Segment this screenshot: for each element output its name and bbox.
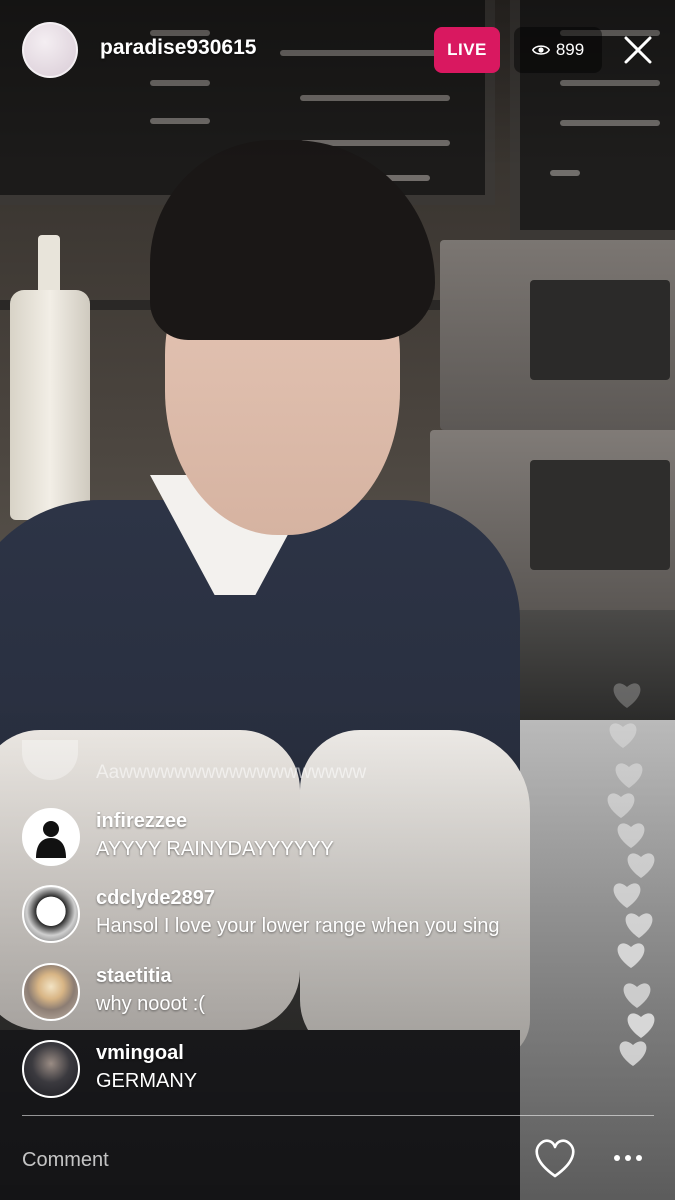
- comment-text: GERMANY: [96, 1070, 198, 1092]
- viewer-count[interactable]: 899: [514, 27, 602, 73]
- silhouette-icon: [36, 821, 66, 858]
- heart-icon: [627, 1013, 655, 1038]
- more-icon[interactable]: [614, 1148, 648, 1168]
- comment-username[interactable]: cdclyde2897: [96, 887, 215, 910]
- close-icon[interactable]: [622, 34, 654, 66]
- heart-icon[interactable]: [532, 1136, 578, 1180]
- viewer-count-value: 899: [555, 40, 585, 59]
- divider: [22, 1115, 654, 1116]
- comment-item: staetitia why nooot :(: [22, 963, 622, 1023]
- host-username[interactable]: paradise930615: [100, 36, 256, 60]
- heart-icon: [613, 683, 641, 708]
- heart-icon: [625, 913, 653, 938]
- comment-text: AYYYY RAINYDAYYYYYY: [96, 838, 334, 860]
- host-avatar[interactable]: [22, 22, 78, 78]
- comment-item: vmingoal GERMANY: [22, 1040, 622, 1100]
- heart-icon: [609, 723, 637, 748]
- eye-icon: [531, 45, 550, 55]
- comment-username[interactable]: vmingoal: [96, 1042, 184, 1065]
- top-bar: paradise930615 LIVE 899: [0, 0, 675, 100]
- avatar[interactable]: [22, 1040, 80, 1098]
- heart-icon: [623, 983, 651, 1008]
- comment-item: infirezzee AYYYY RAINYDAYYYYYY: [22, 808, 622, 868]
- comment-username[interactable]: staetitia: [96, 965, 172, 988]
- comment-text: why nooot :(: [96, 993, 205, 1015]
- avatar[interactable]: [22, 963, 80, 1021]
- avatar[interactable]: [22, 808, 80, 866]
- comment-text: Hansol I love your lower range when you …: [96, 915, 500, 937]
- avatar: [22, 740, 78, 780]
- comment-username[interactable]: infirezzee: [96, 810, 187, 833]
- avatar[interactable]: [22, 885, 80, 943]
- heart-icon: [615, 763, 643, 788]
- comment-input[interactable]: [22, 1145, 482, 1175]
- comment-item: cdclyde2897 Hansol I love your lower ran…: [22, 885, 622, 945]
- faded-comment: Aawwwwwwwwwwwwwwwwww: [22, 740, 462, 788]
- heart-icon: [627, 853, 655, 878]
- comment-text: Aawwwwwwwwwwwwwwwwww: [96, 762, 367, 783]
- live-badge: LIVE: [434, 27, 500, 73]
